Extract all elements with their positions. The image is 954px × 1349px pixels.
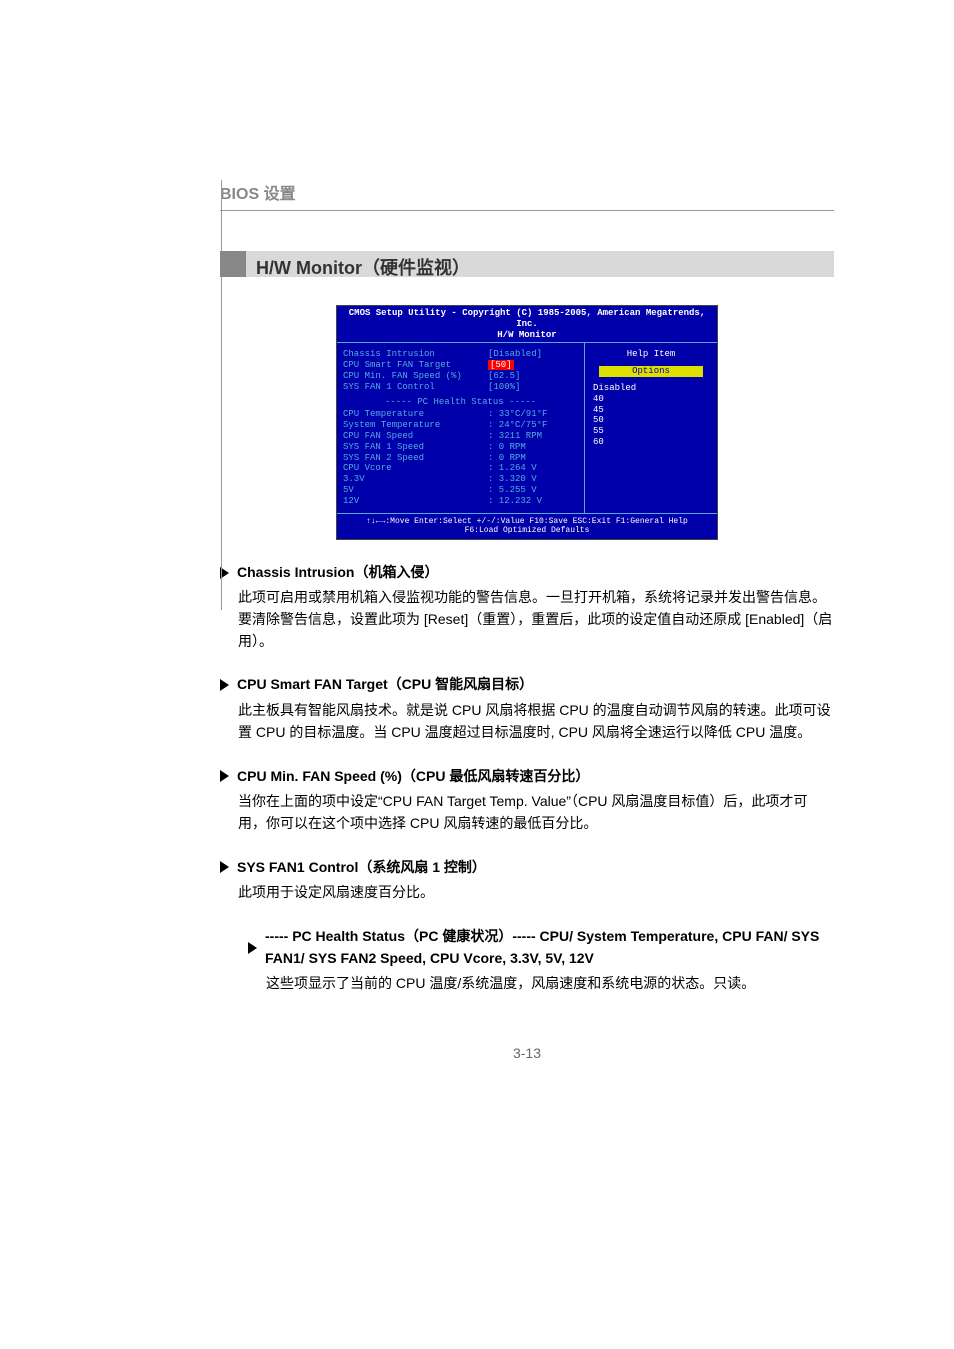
bios-footer: ↑↓←→:Move Enter:Select +/-/:Value F10:Sa… [337, 513, 717, 539]
section-title-text: H/W Monitor（硬件监视） [256, 254, 470, 280]
bios-health-row: System Temperature: 24°C/75°F [343, 420, 578, 431]
bios-health-label: CPU FAN Speed [343, 431, 488, 442]
bios-row-label: CPU Min. FAN Speed (%) [343, 371, 488, 382]
bios-right-panel: Help Item Options Disabled4045505560 [585, 343, 717, 512]
bios-health-value: : 24°C/75°F [488, 420, 578, 431]
bios-health-value: : 3.320 V [488, 474, 578, 485]
item-heading: CPU Smart FAN Target（CPU 智能风扇目标） [220, 674, 834, 696]
chapter-header: BIOS 设置 MS-7519 主板 [220, 180, 834, 211]
bios-health-value: : 12.232 V [488, 496, 578, 507]
bios-health-row: CPU Temperature: 33°C/91°F [343, 409, 578, 420]
item-description: 此主板具有智能风扇技术。就是说 CPU 风扇将根据 CPU 的温度自动调节风扇的… [238, 700, 834, 743]
bios-row-label: Chassis Intrusion [343, 349, 488, 360]
bios-health-label: CPU Temperature [343, 409, 488, 420]
bios-health-label: System Temperature [343, 420, 488, 431]
bios-health-row: 12V: 12.232 V [343, 496, 578, 507]
item-description: 这些项显示了当前的 CPU 温度/系统温度，风扇速度和系统电源的状态。只读。 [266, 973, 834, 995]
bios-config-row: SYS FAN 1 Control[100%] [343, 382, 578, 393]
document-body: Chassis Intrusion（机箱入侵） 此项可启用或禁用机箱入侵监视功能的… [220, 562, 834, 995]
bios-left-panel: Chassis Intrusion[Disabled]CPU Smart FAN… [337, 343, 585, 512]
bios-health-value: : 0 RPM [488, 453, 578, 464]
bios-config-row: CPU Min. FAN Speed (%)[62.5] [343, 371, 578, 382]
bios-health-label: SYS FAN 2 Speed [343, 453, 488, 464]
item-title: CPU Min. FAN Speed (%)（CPU 最低风扇转速百分比） [237, 766, 589, 788]
bios-health-value: : 33°C/91°F [488, 409, 578, 420]
bios-health-value: : 5.255 V [488, 485, 578, 496]
bios-footer-line1: ↑↓←→:Move Enter:Select +/-/:Value F10:Sa… [341, 517, 713, 527]
section-title: H/W Monitor（硬件监视） [220, 251, 834, 281]
item-title: SYS FAN1 Control（系统风扇 1 控制） [237, 857, 486, 879]
triangle-bullet-icon [220, 861, 229, 873]
bios-option: 50 [593, 415, 711, 426]
bios-row-value: [62.5] [488, 371, 578, 382]
bios-health-label: 3.3V [343, 474, 488, 485]
item-title: ----- PC Health Status（PC 健康状况）----- CPU… [265, 926, 834, 969]
bios-option: 55 [593, 426, 711, 437]
item-heading: CPU Min. FAN Speed (%)（CPU 最低风扇转速百分比） [220, 766, 834, 788]
section-title-accent [220, 251, 246, 277]
item-title: Chassis Intrusion（机箱入侵） [237, 562, 438, 584]
left-vertical-rule [221, 180, 222, 610]
item-heading: SYS FAN1 Control（系统风扇 1 控制） [220, 857, 834, 879]
chapter-label: BIOS 设置 [220, 180, 296, 204]
bottom-page-number: 3-13 [220, 1045, 834, 1061]
bios-row-label: CPU Smart FAN Target [343, 360, 488, 371]
bios-health-label: 5V [343, 485, 488, 496]
bios-row-value: [Disabled] [488, 349, 578, 360]
bios-option: Disabled [593, 383, 711, 394]
bios-health-row: SYS FAN 2 Speed: 0 RPM [343, 453, 578, 464]
bios-health-label: 12V [343, 496, 488, 507]
triangle-bullet-icon [248, 942, 257, 954]
bios-health-value: : 3211 RPM [488, 431, 578, 442]
bios-option: 40 [593, 394, 711, 405]
bios-config-row: CPU Smart FAN Target[50] [343, 360, 578, 371]
bios-options-header: Options [599, 366, 703, 377]
bios-option: 60 [593, 437, 711, 448]
bios-screenshot: CMOS Setup Utility - Copyright (C) 1985-… [336, 305, 718, 540]
item-title: CPU Smart FAN Target（CPU 智能风扇目标） [237, 674, 533, 696]
bios-header: CMOS Setup Utility - Copyright (C) 1985-… [337, 306, 717, 343]
item-heading: Chassis Intrusion（机箱入侵） [220, 562, 834, 584]
triangle-bullet-icon [220, 770, 229, 782]
bios-health-row: 5V: 5.255 V [343, 485, 578, 496]
bios-health-label: SYS FAN 1 Speed [343, 442, 488, 453]
bios-row-value: [50] [488, 360, 578, 371]
bios-option: 45 [593, 405, 711, 416]
item-description: 当你在上面的项中设定“CPU FAN Target Temp. Value”（C… [238, 791, 834, 834]
bios-footer-line2: F6:Load Optimized Defaults [341, 526, 713, 536]
triangle-bullet-icon [220, 679, 229, 691]
bios-health-value: : 0 RPM [488, 442, 578, 453]
bios-health-row: SYS FAN 1 Speed: 0 RPM [343, 442, 578, 453]
bios-header-line2: H/W Monitor [341, 330, 713, 341]
bios-row-label: SYS FAN 1 Control [343, 382, 488, 393]
bios-health-row: 3.3V: 3.320 V [343, 474, 578, 485]
bios-health-value: : 1.264 V [488, 463, 578, 474]
item-description: 此项用于设定风扇速度百分比。 [238, 882, 834, 904]
bios-health-row: CPU Vcore: 1.264 V [343, 463, 578, 474]
bios-health-row: CPU FAN Speed: 3211 RPM [343, 431, 578, 442]
bios-help-title: Help Item [591, 349, 711, 360]
bios-row-value: [100%] [488, 382, 578, 393]
item-heading: ----- PC Health Status（PC 健康状况）----- CPU… [248, 926, 834, 969]
bios-health-label: CPU Vcore [343, 463, 488, 474]
bios-header-line1: CMOS Setup Utility - Copyright (C) 1985-… [341, 308, 713, 330]
bios-config-row: Chassis Intrusion[Disabled] [343, 349, 578, 360]
bios-health-section-title: ----- PC Health Status ----- [343, 397, 578, 408]
item-description: 此项可启用或禁用机箱入侵监视功能的警告信息。一旦打开机箱，系统将记录并发出警告信… [238, 587, 834, 652]
